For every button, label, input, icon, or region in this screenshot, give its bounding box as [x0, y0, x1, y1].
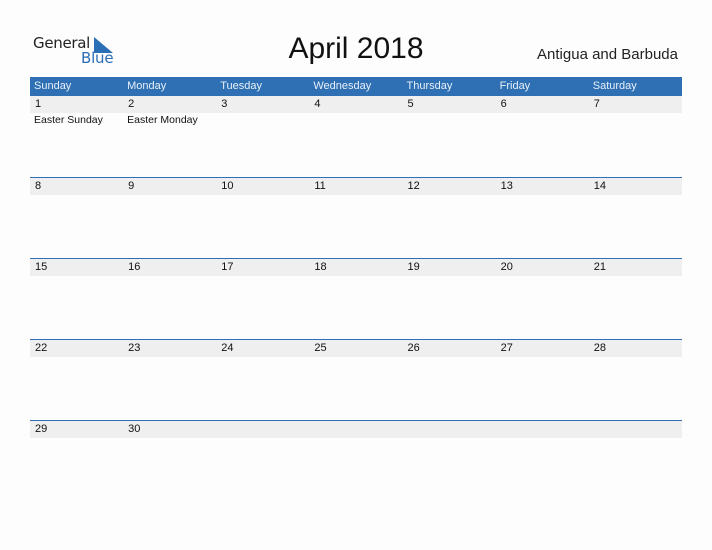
day-number: 15 — [35, 261, 48, 273]
country-name: Antigua and Barbuda — [537, 46, 678, 63]
day-number: 26 — [407, 342, 420, 354]
day-number: 8 — [35, 180, 42, 192]
weekday-header: Sunday Monday Tuesday Wednesday Thursday… — [30, 77, 682, 96]
day-number: 22 — [35, 342, 48, 354]
day-number: 16 — [128, 261, 141, 273]
date-strip: 1 2 3 4 5 6 7 — [30, 96, 682, 113]
week-row: 1 2 3 4 5 6 7 Easter Sunday Easter Monday — [30, 96, 682, 177]
day-number: 2 — [128, 98, 135, 110]
calendar-grid: Sunday Monday Tuesday Wednesday Thursday… — [30, 77, 682, 501]
day-number: 13 — [500, 180, 513, 192]
holiday-label — [309, 113, 402, 127]
day-number: 17 — [221, 261, 234, 273]
day-number: 28 — [593, 342, 606, 354]
weekday-monday: Monday — [127, 80, 167, 92]
date-strip: 8 9 10 11 12 13 14 — [30, 178, 682, 195]
date-strip: 15 16 17 18 19 20 21 — [30, 259, 682, 276]
day-number — [589, 421, 682, 438]
day-number: 3 — [221, 98, 228, 110]
holiday-label: Easter Monday — [127, 114, 198, 126]
weekday-wednesday: Wednesday — [313, 80, 372, 92]
events-row: Easter Sunday Easter Monday — [30, 113, 682, 127]
holiday-label — [589, 113, 682, 127]
weekday-friday: Friday — [499, 80, 531, 92]
day-number: 23 — [128, 342, 141, 354]
day-number: 5 — [407, 98, 414, 110]
day-number: 25 — [314, 342, 327, 354]
holiday-label: Easter Sunday — [34, 114, 103, 126]
day-number: 6 — [500, 98, 507, 110]
day-number: 30 — [128, 423, 141, 435]
day-number: 27 — [500, 342, 513, 354]
day-number: 10 — [221, 180, 234, 192]
day-number: 29 — [35, 423, 48, 435]
date-strip: 22 23 24 25 26 27 28 — [30, 340, 682, 357]
day-number: 7 — [593, 98, 600, 110]
weekday-thursday: Thursday — [406, 80, 453, 92]
day-number: 12 — [407, 180, 420, 192]
day-number — [216, 421, 309, 438]
day-number: 14 — [593, 180, 606, 192]
day-number: 18 — [314, 261, 327, 273]
day-number: 11 — [314, 180, 326, 192]
day-number: 24 — [221, 342, 234, 354]
week-row: 8 9 10 11 12 13 14 — [30, 177, 682, 258]
day-number: 1 — [35, 98, 42, 110]
week-row: 15 16 17 18 19 20 21 — [30, 258, 682, 339]
day-number: 21 — [593, 261, 606, 273]
day-number: 19 — [407, 261, 420, 273]
day-number — [496, 421, 589, 438]
weekday-saturday: Saturday — [592, 80, 637, 92]
weekday-tuesday: Tuesday — [220, 80, 263, 92]
holiday-label — [403, 113, 496, 127]
date-strip: 29 30 — [30, 421, 682, 438]
holiday-label — [216, 113, 309, 127]
day-number: 20 — [500, 261, 513, 273]
week-row: 22 23 24 25 26 27 28 — [30, 339, 682, 420]
day-number — [403, 421, 496, 438]
week-row: 29 30 — [30, 420, 682, 501]
day-number: 4 — [314, 98, 321, 110]
weekday-sunday: Sunday — [34, 80, 72, 92]
holiday-label — [496, 113, 589, 127]
day-number — [309, 421, 402, 438]
day-number: 9 — [128, 180, 135, 192]
